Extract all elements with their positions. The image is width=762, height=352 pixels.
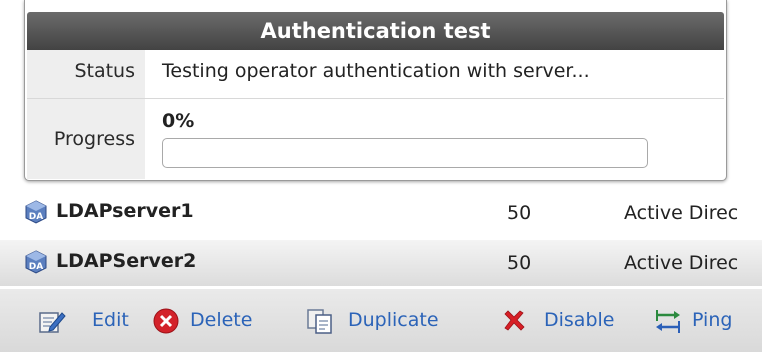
delete-icon — [153, 308, 179, 334]
ldap-server-icon: DA — [25, 200, 47, 224]
ldap-server-icon: DA — [25, 250, 47, 274]
server-priority: 50 — [507, 202, 532, 224]
status-text: Testing operator authentication with ser… — [162, 60, 590, 82]
edit-label: Edit — [92, 309, 129, 331]
disable-label: Disable — [544, 309, 615, 331]
progress-percent: 0% — [162, 110, 195, 132]
action-toolbar: Edit Delete Duplicate Disable Ping — [0, 289, 762, 352]
status-label: Status — [74, 60, 135, 82]
server-row[interactable]: DA LDAPserver1 50 Active Direc — [0, 190, 762, 236]
disable-icon — [504, 310, 525, 331]
duplicate-icon — [307, 309, 332, 334]
ping-label: Ping — [692, 309, 733, 331]
duplicate-label: Duplicate — [348, 309, 439, 331]
edit-button[interactable]: Edit — [38, 307, 129, 335]
server-row[interactable]: DA LDAPServer2 50 Active Direc — [0, 240, 762, 286]
auth-test-title: Authentication test — [27, 12, 724, 50]
server-priority: 50 — [507, 252, 532, 274]
server-name: LDAPServer2 — [56, 250, 197, 272]
ping-icon — [656, 310, 680, 333]
ping-button[interactable]: Ping — [654, 307, 762, 335]
progress-bar — [162, 138, 648, 168]
duplicate-button[interactable]: Duplicate — [306, 307, 476, 335]
server-type: Active Direc — [624, 202, 739, 224]
authentication-test-panel: Authentication test Status Testing opera… — [24, 0, 727, 181]
delete-label: Delete — [190, 309, 253, 331]
svg-text:DA: DA — [29, 212, 43, 222]
svg-text:DA: DA — [29, 262, 43, 272]
delete-button[interactable]: Delete — [152, 307, 288, 335]
progress-label: Progress — [53, 128, 135, 150]
server-name: LDAPserver1 — [56, 200, 194, 222]
edit-icon — [39, 312, 66, 333]
server-type: Active Direc — [624, 252, 739, 274]
disable-button[interactable]: Disable — [500, 307, 640, 335]
